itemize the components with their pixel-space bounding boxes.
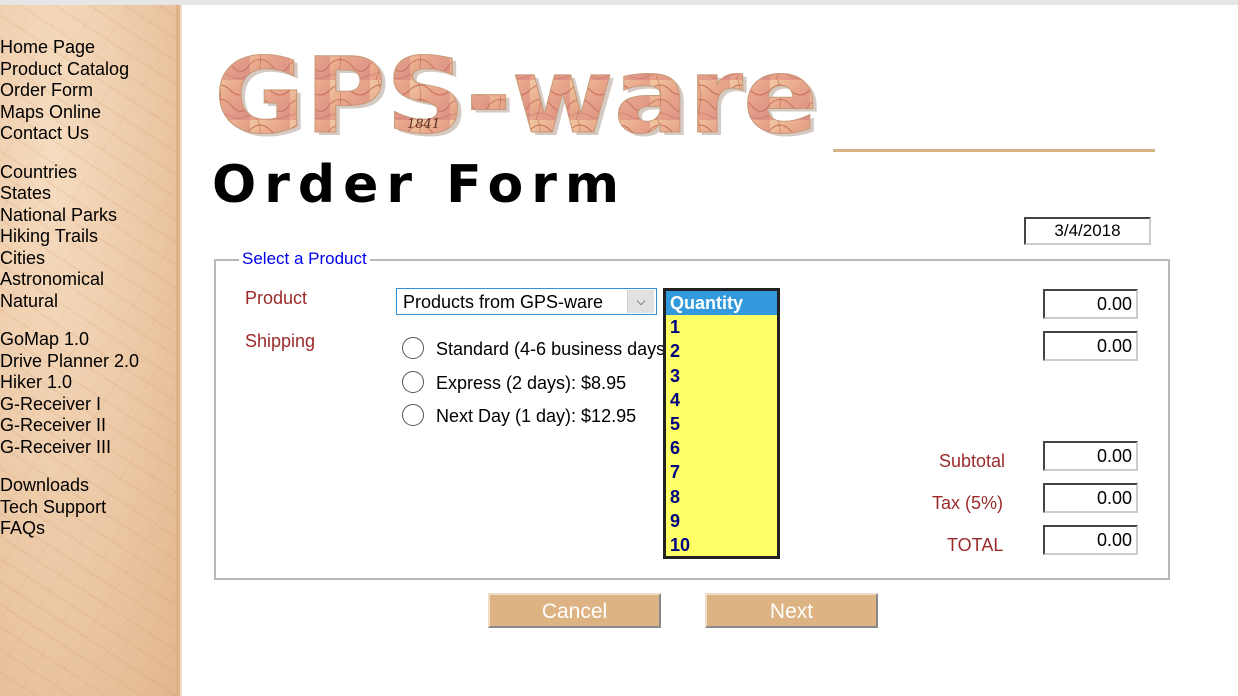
sidebar-link[interactable]: Countries [0, 162, 176, 184]
total-label: TOTAL [947, 535, 1004, 555]
sidebar-link[interactable]: G-Receiver II [0, 415, 176, 437]
radio-button[interactable] [402, 337, 424, 359]
sidebar-link[interactable]: Hiking Trails [0, 226, 176, 248]
shipping-amount-field: 0.00 [1043, 331, 1138, 361]
sidebar-link[interactable]: States [0, 183, 176, 205]
subtotal-field: 0.00 [1043, 441, 1138, 471]
quantity-option[interactable]: 8 [666, 485, 777, 509]
sidebar: Home Page Product Catalog Order Form Maps O… [0, 5, 176, 696]
logo-text: GPS-ware [214, 40, 818, 152]
shipping-option-standard[interactable]: Standard (4-6 business days) [402, 337, 666, 361]
shipping-option-label[interactable]: Next Day (1 day): $12.95 [436, 405, 636, 427]
radio-button[interactable] [402, 371, 424, 393]
chevron-down-icon[interactable]: ⌵ [627, 290, 654, 313]
cancel-button[interactable]: Cancel [488, 593, 661, 628]
shipping-option-label[interactable]: Standard (4-6 business days) [436, 338, 666, 360]
fieldset-legend: Select a Product [239, 249, 370, 269]
gps-ware-logo: GPS-ware GPS-ware 1841 [210, 35, 834, 160]
sidebar-link[interactable]: Product Catalog [0, 59, 176, 81]
header-rule [833, 149, 1155, 152]
sidebar-link[interactable]: GoMap 1.0 [0, 329, 176, 351]
product-select-value: Products from GPS-ware [403, 292, 604, 312]
quantity-option[interactable]: 7 [666, 460, 777, 484]
sidebar-link[interactable]: FAQs [0, 518, 176, 540]
subtotal-label: Subtotal [939, 451, 1006, 471]
window-top-border [0, 0, 1238, 5]
quantity-option[interactable]: 5 [666, 412, 777, 436]
quantity-listbox[interactable]: Quantity 1 2 3 4 5 6 7 8 9 10 [663, 288, 780, 559]
sidebar-link[interactable]: Contact Us [0, 123, 176, 145]
sidebar-link[interactable]: Maps Online [0, 102, 176, 124]
date-field: 3/4/2018 [1024, 217, 1151, 245]
sidebar-link[interactable]: G-Receiver I [0, 394, 176, 416]
sidebar-link[interactable]: Cities [0, 248, 176, 270]
logo-stamp: 1841 [407, 117, 440, 132]
sidebar-link[interactable]: Tech Support [0, 497, 176, 519]
tax-field: 0.00 [1043, 483, 1138, 513]
shipping-option-express[interactable]: Express (2 days): $8.95 [402, 371, 662, 395]
quantity-option[interactable]: 9 [666, 509, 777, 533]
total-field: 0.00 [1043, 525, 1138, 555]
sidebar-link[interactable]: Astronomical [0, 269, 176, 291]
sidebar-group: Downloads Tech Support FAQs [0, 475, 176, 540]
sidebar-link[interactable]: G-Receiver III [0, 437, 176, 459]
quantity-option[interactable]: 4 [666, 388, 777, 412]
sidebar-group: Home Page Product Catalog Order Form Maps O… [0, 37, 176, 145]
page-title: Order Form [212, 155, 628, 215]
sidebar-link[interactable]: Hiker 1.0 [0, 372, 176, 394]
sidebar-link[interactable]: Natural [0, 291, 176, 313]
tax-label: Tax (5%) [932, 493, 1004, 513]
sidebar-border-highlight [180, 5, 182, 696]
quantity-option[interactable]: 1 [666, 315, 777, 339]
product-amount-field: 0.00 [1043, 289, 1138, 319]
sidebar-link[interactable]: Drive Planner 2.0 [0, 351, 176, 373]
next-button[interactable]: Next [705, 593, 878, 628]
sidebar-group: Countries States National Parks Hiking Trai… [0, 162, 176, 313]
sidebar-link[interactable]: Downloads [0, 475, 176, 497]
sidebar-link[interactable]: Home Page [0, 37, 176, 59]
sidebar-link[interactable]: National Parks [0, 205, 176, 227]
sidebar-group: GoMap 1.0 Drive Planner 2.0 Hiker 1.0 G-Rec… [0, 329, 176, 458]
sidebar-nav: Home Page Product Catalog Order Form Maps O… [0, 37, 176, 557]
product-select[interactable]: Products from GPS-ware ⌵ [396, 288, 657, 315]
shipping-label: Shipping [245, 331, 316, 351]
shipping-option-label[interactable]: Express (2 days): $8.95 [436, 372, 626, 394]
shipping-option-next-day[interactable]: Next Day (1 day): $12.95 [402, 404, 662, 428]
quantity-option[interactable]: 6 [666, 436, 777, 460]
quantity-option[interactable]: 2 [666, 339, 777, 363]
radio-button[interactable] [402, 404, 424, 426]
sidebar-link[interactable]: Order Form [0, 80, 176, 102]
quantity-option[interactable]: 10 [666, 533, 777, 556]
product-label: Product [245, 288, 308, 308]
quantity-header-option[interactable]: Quantity [666, 291, 777, 316]
quantity-option[interactable]: 3 [666, 364, 777, 388]
